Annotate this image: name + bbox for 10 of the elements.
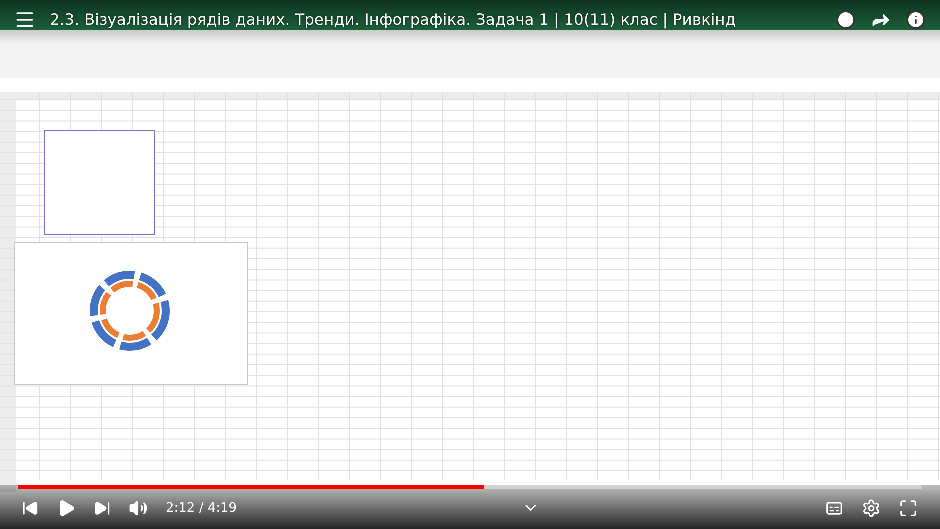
next-icon[interactable] (94, 500, 111, 516)
fullscreen-icon[interactable] (899, 498, 918, 518)
volume-icon[interactable] (129, 498, 148, 518)
play-icon[interactable] (57, 498, 76, 518)
time-display: 2:12 / 4:19 (166, 500, 238, 516)
settings-icon[interactable] (862, 498, 881, 518)
video-title: 2.3. Візуалізація рядів даних. Тренди. Інфографіка. Задача 1 | 10(11) клас | Ривкінд (50, 11, 738, 29)
info-icon[interactable] (906, 10, 926, 30)
progress-track[interactable] (18, 485, 922, 489)
previous-icon[interactable] (22, 500, 39, 516)
